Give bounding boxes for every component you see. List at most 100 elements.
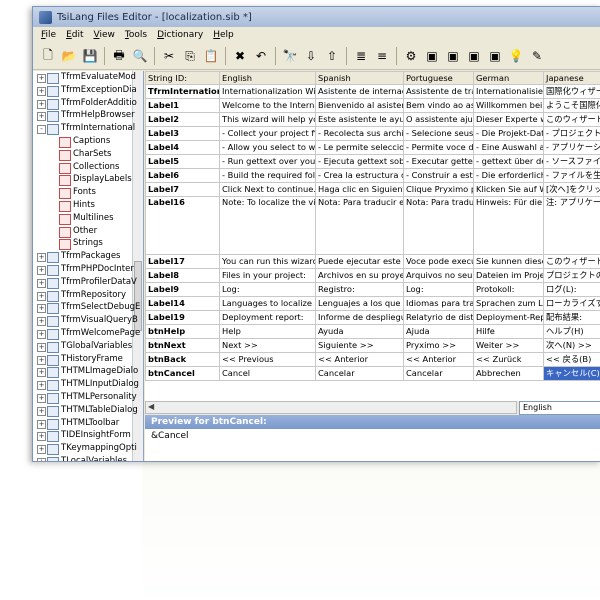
expand-icon[interactable]: + xyxy=(37,432,46,442)
translation-cell[interactable]: - Allow you select to which la xyxy=(219,140,316,155)
language-select[interactable]: English xyxy=(519,401,600,415)
tool-a-icon[interactable]: ▣ xyxy=(423,47,441,65)
translation-cell[interactable]: Nota: Para traducir el inter Para permit… xyxy=(315,196,404,255)
translation-cell[interactable]: - Eine Auswahl anbie xyxy=(473,140,544,155)
expand-icon[interactable]: + xyxy=(37,457,46,461)
translation-cell[interactable]: Puede ejecutar este asiste xyxy=(315,254,404,269)
column-header[interactable]: Spanish xyxy=(315,71,404,85)
translate-icon[interactable]: ⚙ xyxy=(402,47,420,65)
translation-cell[interactable]: Help xyxy=(219,324,316,339)
translation-cell[interactable]: Log: xyxy=(219,282,316,297)
table-row[interactable]: Label3- Collect your project files- Reco… xyxy=(145,126,600,141)
translation-cell[interactable]: Internationalisierung xyxy=(473,84,544,99)
tree-node[interactable]: + TfrmSelectDebugE xyxy=(33,301,143,315)
translation-cell[interactable]: Cancel xyxy=(219,366,316,381)
copy-icon[interactable]: ⎘ xyxy=(181,47,199,65)
tree-node[interactable]: Other xyxy=(33,225,143,238)
translation-cell[interactable]: Sprachen zum Lokali xyxy=(473,296,544,311)
translation-cell[interactable]: You can run this wizard as m xyxy=(219,254,316,269)
translation-cell[interactable]: Weiter >> xyxy=(473,338,544,353)
print-icon[interactable]: 🖶 xyxy=(110,47,128,65)
open-folder-icon[interactable]: 📂 xyxy=(60,47,78,65)
translation-cell[interactable]: << 戻る(B) xyxy=(543,352,600,367)
translation-cell[interactable]: Note: To localize the visual i To allow … xyxy=(219,196,316,255)
string-id-cell[interactable]: btnBack xyxy=(145,352,220,367)
tree-node[interactable]: + TfrmHelpBrowser xyxy=(33,109,143,123)
tree-node[interactable]: Fonts xyxy=(33,186,143,200)
remove-language-icon[interactable]: ≡ xyxy=(373,47,391,65)
tool-f-icon[interactable]: ✎ xyxy=(528,47,546,65)
table-row[interactable]: Label7 Click Next to continue... Haga clic… xyxy=(145,182,600,197)
menu-help[interactable]: Help xyxy=(213,30,234,40)
expand-icon[interactable]: + xyxy=(37,329,46,339)
translation-cell[interactable]: Lenguajes a los que traduc xyxy=(315,296,404,311)
tree-node[interactable]: Hints xyxy=(33,199,143,212)
export-icon[interactable]: ⇧ xyxy=(323,47,341,65)
string-id-cell[interactable]: Label3 xyxy=(145,126,220,141)
delete-icon[interactable]: ✖ xyxy=(231,47,249,65)
translation-cell[interactable]: Next >> xyxy=(219,338,316,353)
translation-cell[interactable]: Idiomas para trad xyxy=(403,296,474,311)
translation-cell[interactable]: - Ejecuta gettext sobre sus xyxy=(315,154,404,169)
expand-icon[interactable]: + xyxy=(37,304,46,314)
import-icon[interactable]: ⇩ xyxy=(302,47,320,65)
tree-node[interactable]: + TLocalVariables xyxy=(33,455,143,461)
expand-icon[interactable]: + xyxy=(37,393,46,403)
translation-cell[interactable]: ようこそ国際化ウ xyxy=(543,98,600,113)
grid-hscrollbar[interactable]: ◀ xyxy=(145,401,517,414)
expand-icon[interactable]: + xyxy=(37,291,46,301)
table-row[interactable]: Label17You can run this wizard as mPuede… xyxy=(145,254,600,269)
string-id-cell[interactable]: Label5 xyxy=(145,154,220,169)
string-id-cell[interactable]: btnHelp xyxy=(145,324,220,339)
new-file-icon[interactable]: 🗋 xyxy=(39,47,57,65)
tree-node[interactable]: Captions xyxy=(33,135,143,148)
translation-cell[interactable]: Bem vindo ao ass xyxy=(403,98,474,113)
column-header[interactable]: German xyxy=(473,71,544,85)
tree-node[interactable]: + TGlobalVariables xyxy=(33,340,143,353)
string-id-cell[interactable]: Label19 xyxy=(145,310,220,325)
string-id-cell[interactable]: Label4 xyxy=(145,140,220,155)
table-row[interactable]: btnBack << Previous << Anterior << Anterior… xyxy=(145,352,600,367)
tree-node[interactable]: + TfrmFolderAdditio xyxy=(33,97,143,110)
translation-cell[interactable]: Internationalization Wizard xyxy=(219,84,316,99)
tree-node[interactable]: + TfrmExceptionDia xyxy=(33,84,143,97)
translation-cell[interactable]: [次へ]をクリック xyxy=(543,182,600,197)
translation-cell[interactable]: Cancelar xyxy=(403,366,474,381)
menu-tools[interactable]: Tools xyxy=(125,30,147,40)
expand-icon[interactable]: + xyxy=(37,112,46,122)
string-id-cell[interactable]: Label1 xyxy=(145,98,220,113)
table-row[interactable]: Label4- Allow you select to which la- Le… xyxy=(145,140,600,155)
scroll-left-icon[interactable]: ◀ xyxy=(148,402,154,411)
expand-icon[interactable]: + xyxy=(37,381,46,391)
table-row[interactable]: Label8 Files in your project: Archivos en … xyxy=(145,268,600,283)
translation-cell[interactable]: Ayuda xyxy=(315,324,404,339)
translation-cell[interactable]: - ソースファイルに xyxy=(543,154,600,169)
translation-cell[interactable]: Pryximo >> xyxy=(403,338,474,353)
table-row[interactable]: Label5- Run gettext over your sou- Ejecu… xyxy=(145,154,600,169)
translation-cell[interactable]: Click Next to continue... xyxy=(219,182,316,197)
translation-cell[interactable]: - プロジェクトファ xyxy=(543,126,600,141)
string-id-cell[interactable]: btnCancel xyxy=(145,366,220,381)
tree-node[interactable]: + THTMLInputDialog xyxy=(33,378,143,392)
table-row[interactable]: btnNext Next >> Siguiente >> Pryximo >> Weit… xyxy=(145,338,600,353)
translation-cell[interactable]: - Crea la estructura de can xyxy=(315,168,404,183)
translation-cell[interactable]: Informe de despliegue: xyxy=(315,310,404,325)
translation-cell[interactable]: 配布結果: xyxy=(543,310,600,325)
translation-cell[interactable]: Hilfe xyxy=(473,324,544,339)
expand-icon[interactable]: + xyxy=(37,355,46,365)
translation-cell[interactable]: Dieser Experte wird xyxy=(473,112,544,127)
translation-cell[interactable]: キャンセル(C) xyxy=(543,366,600,381)
translation-cell[interactable]: Clique Pryximo pa xyxy=(403,182,474,197)
translation-cell[interactable]: Dateien im Projekt: xyxy=(473,268,544,283)
translation-cell[interactable]: - アプリケーション xyxy=(543,140,600,155)
find-icon[interactable]: 🔭 xyxy=(281,47,299,65)
expand-icon[interactable]: + xyxy=(37,74,46,83)
menu-view[interactable]: View xyxy=(94,30,115,40)
save-icon[interactable]: 💾 xyxy=(81,47,99,65)
translation-cell[interactable]: Protokoll: xyxy=(473,282,544,297)
tree-node[interactable]: + TfrmVisualQueryB xyxy=(33,314,143,328)
translation-cell[interactable]: - Selecione seus a xyxy=(403,126,474,141)
tree-node[interactable]: CharSets xyxy=(33,148,143,161)
translation-cell[interactable]: O assistente aju xyxy=(403,112,474,127)
tree-node[interactable]: + TfrmProfilerDataV xyxy=(33,276,143,289)
